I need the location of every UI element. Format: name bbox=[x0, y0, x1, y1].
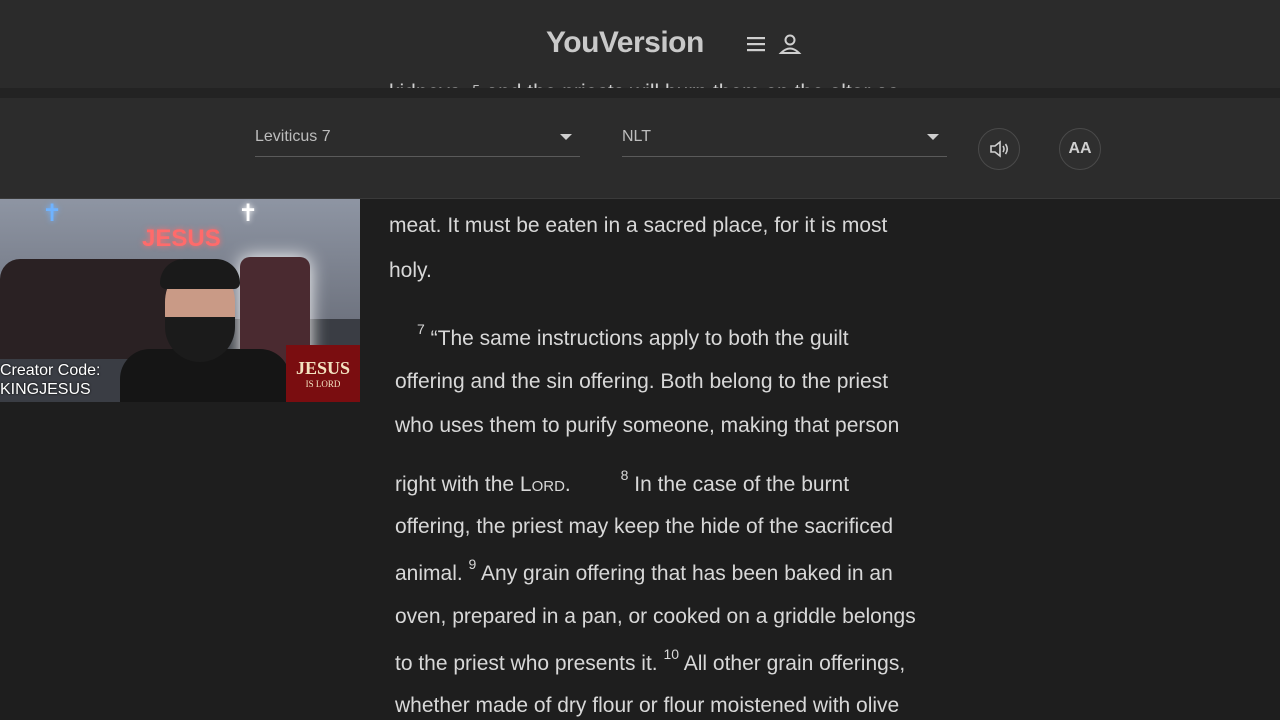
creator-code: Creator Code: KINGJESUS bbox=[0, 361, 101, 399]
verse-number: 8 bbox=[620, 467, 629, 483]
version-label: NLT bbox=[622, 128, 652, 145]
sign-title: JESUS bbox=[295, 358, 351, 378]
verse-line: to the priest who presents it. 10 All ot… bbox=[395, 646, 906, 675]
verse-number: 9 bbox=[468, 556, 477, 572]
neon-cross-icon: ✝ bbox=[238, 200, 259, 227]
verse-line: 7 “The same instructions apply to both t… bbox=[417, 321, 849, 350]
verse-line: right with the Lord. 8 In the case of th… bbox=[395, 467, 850, 496]
font-size-button[interactable]: AA bbox=[1059, 128, 1101, 170]
chevron-down-icon bbox=[927, 134, 939, 140]
menu-icon[interactable] bbox=[744, 32, 768, 56]
verse-line: offering, the priest may keep the hide o… bbox=[395, 515, 894, 538]
verse-line: offering and the sin offering. Both belo… bbox=[395, 370, 889, 393]
chevron-down-icon bbox=[560, 134, 572, 140]
sign-subtitle: IS LORD bbox=[305, 379, 341, 389]
reader-toolbar: Leviticus 7 NLT AA bbox=[0, 98, 1280, 199]
cam-person-hair bbox=[160, 259, 240, 289]
verse-line: animal. 9 Any grain offering that has be… bbox=[395, 556, 893, 585]
header-divider bbox=[0, 88, 1280, 98]
book-chapter-label: Leviticus 7 bbox=[255, 128, 331, 145]
verse-line: whether made of dry flour or flour moist… bbox=[395, 694, 900, 717]
verse-number: 10 bbox=[663, 646, 680, 662]
divine-name: Lord bbox=[519, 473, 565, 496]
webcam-overlay: ✝ ✝ JESUS JESUS IS LORD Creator Code: KI… bbox=[0, 199, 360, 402]
jesus-is-lord-sign: JESUS IS LORD bbox=[286, 345, 360, 402]
audio-button[interactable] bbox=[978, 128, 1020, 170]
verse-number: 7 bbox=[417, 321, 425, 337]
book-chapter-select[interactable]: Leviticus 7 bbox=[255, 122, 580, 157]
creator-code-value: KINGJESUS bbox=[0, 381, 91, 398]
user-icon[interactable] bbox=[778, 32, 802, 56]
top-header: YouVersion bbox=[0, 0, 1280, 89]
neon-cross-icon: ✝ bbox=[42, 200, 63, 227]
verse-line: holy. bbox=[389, 259, 432, 282]
speaker-icon bbox=[990, 140, 1009, 158]
verse-line: oven, prepared in a pan, or cooked on a … bbox=[395, 605, 916, 628]
verse-line: meat. It must be eaten in a sacred place… bbox=[389, 214, 888, 237]
verse-line: who uses them to purify someone, making … bbox=[395, 414, 900, 437]
neon-sign: JESUS bbox=[142, 225, 221, 252]
creator-code-label: Creator Code: bbox=[0, 362, 101, 379]
version-select[interactable]: NLT bbox=[622, 122, 947, 157]
brand-logo[interactable]: YouVersion bbox=[546, 26, 704, 60]
